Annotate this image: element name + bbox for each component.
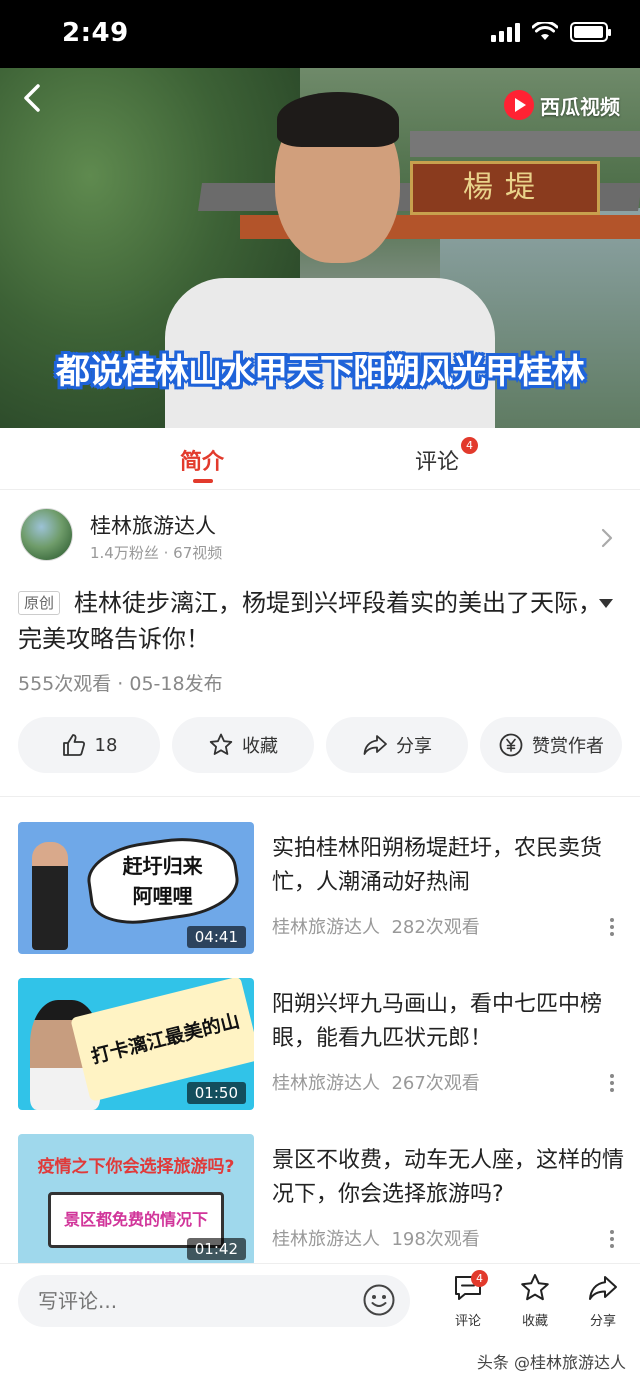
more-options-icon[interactable]: [610, 918, 614, 936]
status-bar: 2:49: [0, 0, 640, 68]
video-duration: 04:41: [186, 926, 246, 948]
chevron-right-icon: [601, 528, 613, 548]
related-video-meta: 桂林旅游达人 267次观看: [272, 1069, 480, 1095]
video-duration: 01:50: [186, 1082, 246, 1104]
video-title-block[interactable]: 原创 桂林徒步漓江，杨堤到兴坪段着实的美出了天际，完美攻略告诉你！: [18, 585, 623, 657]
thumbs-up-icon: [62, 734, 85, 756]
related-video-views: 267次观看: [391, 1073, 480, 1094]
original-tag: 原创: [18, 591, 61, 615]
wifi-icon: [532, 22, 558, 40]
app-logo-text: 西瓜视频: [540, 94, 620, 119]
collect-label: 收藏: [242, 736, 278, 757]
related-video-author: 桂林旅游达人: [272, 1073, 380, 1094]
collect-label: 收藏: [521, 1314, 548, 1329]
thumbnail-text: 赶圩归来 阿哩哩: [122, 854, 203, 909]
tab-comments[interactable]: 评论: [415, 444, 459, 476]
section-divider: [0, 796, 640, 797]
comment-label: 评论: [454, 1314, 481, 1329]
back-button[interactable]: [18, 78, 58, 118]
share-button[interactable]: 分享: [326, 717, 468, 773]
related-video-item[interactable]: 赶圩归来 阿哩哩 04:41 实拍桂林阳朔杨堤赶圩，农民卖货忙，人潮涌动好热闹 …: [0, 822, 640, 957]
related-video-meta: 桂林旅游达人 282次观看: [272, 913, 480, 939]
comment-count-badge: 4: [471, 1270, 488, 1287]
bottom-share-button[interactable]: 分享: [573, 1272, 633, 1329]
chevron-left-icon: [24, 84, 40, 112]
collect-button[interactable]: 收藏: [172, 717, 314, 773]
more-options-icon[interactable]: [610, 1230, 614, 1248]
expand-caret-icon[interactable]: [599, 599, 613, 608]
video-title: 桂林徒步漓江，杨堤到兴坪段着实的美出了天际，完美攻略告诉你！: [18, 589, 603, 653]
related-video-title[interactable]: 实拍桂林阳朔杨堤赶圩，农民卖货忙，人潮涌动好热闹: [272, 832, 624, 900]
like-button[interactable]: 18: [18, 717, 160, 773]
related-video-author: 桂林旅游达人: [272, 917, 380, 938]
play-logo-icon: [504, 90, 534, 120]
cellular-signal-icon: [491, 22, 520, 42]
star-icon: [521, 1274, 549, 1301]
thumbnail-text: 疫情之下你会选择旅游吗?: [37, 1157, 235, 1177]
share-arrow-icon: [589, 1276, 617, 1300]
related-video-title[interactable]: 景区不收费，动车无人座，这样的情况下，你会选择旅游吗?: [272, 1144, 624, 1212]
author-meta: 1.4万粉丝 · 67视频: [90, 544, 223, 562]
share-arrow-icon: [363, 735, 387, 755]
star-icon: [209, 733, 233, 755]
reward-label: 赞赏作者: [532, 736, 604, 757]
watermark: 头条 @桂林旅游达人: [476, 1353, 626, 1372]
related-video-author: 桂林旅游达人: [272, 1229, 380, 1250]
share-label: 分享: [589, 1314, 616, 1329]
views-date: 555次观看 · 05-18发布: [18, 673, 223, 695]
yuan-coin-icon: [499, 733, 523, 757]
action-row: 18 收藏 分享 赞赏作者: [18, 717, 622, 773]
related-video-item[interactable]: 打卡漓江最美的山 01:50 阳朔兴坪九马画山，看中七匹中榜眼，能看九匹状元郎！…: [0, 978, 640, 1113]
bottom-bar: 4 评论 收藏 分享 头条 @桂林旅游达人: [0, 1263, 640, 1385]
related-video-views: 198次观看: [391, 1229, 480, 1250]
related-video-item[interactable]: 疫情之下你会选择旅游吗? 景区都免费的情况下 01:42 景区不收费，动车无人座…: [0, 1134, 640, 1269]
author-name: 桂林旅游达人: [90, 514, 216, 538]
video-thumbnail[interactable]: 打卡漓江最美的山 01:50: [18, 978, 254, 1110]
video-thumbnail[interactable]: 疫情之下你会选择旅游吗? 景区都免费的情况下 01:42: [18, 1134, 254, 1266]
status-icons: [491, 22, 611, 42]
author-row[interactable]: 桂林旅游达人 1.4万粉丝 · 67视频: [0, 500, 640, 575]
comment-button[interactable]: 4 评论: [438, 1270, 498, 1329]
share-label: 分享: [396, 736, 432, 757]
bottom-collect-button[interactable]: 收藏: [505, 1272, 565, 1329]
tab-active-indicator: [193, 479, 213, 483]
related-video-views: 282次观看: [391, 917, 480, 938]
more-options-icon[interactable]: [610, 1074, 614, 1092]
comments-count-badge: 4: [461, 437, 478, 454]
reward-button[interactable]: 赞赏作者: [480, 717, 622, 773]
video-caption: 都说桂林山水甲天下阳朔风光甲桂林: [56, 352, 585, 392]
battery-icon: [570, 22, 611, 42]
status-time: 2:49: [62, 18, 129, 48]
video-player[interactable]: 楊堤 西瓜视频 都说桂林山水甲天下阳朔风光甲桂林: [0, 68, 640, 428]
related-video-title[interactable]: 阳朔兴坪九马画山，看中七匹中榜眼，能看九匹状元郎！: [272, 988, 624, 1056]
video-thumbnail[interactable]: 赶圩归来 阿哩哩 04:41: [18, 822, 254, 954]
emoji-icon[interactable]: [362, 1283, 396, 1317]
video-duration: 01:42: [186, 1238, 246, 1260]
related-video-meta: 桂林旅游达人 198次观看: [272, 1225, 480, 1251]
detail-tabs: 简介 评论 4: [0, 428, 640, 490]
like-count: 18: [94, 734, 118, 756]
battery-level: [574, 26, 603, 38]
avatar[interactable]: [20, 508, 73, 561]
tab-intro[interactable]: 简介: [180, 444, 224, 476]
xigua-video-logo: 西瓜视频: [504, 90, 620, 120]
comment-input[interactable]: [18, 1275, 410, 1327]
